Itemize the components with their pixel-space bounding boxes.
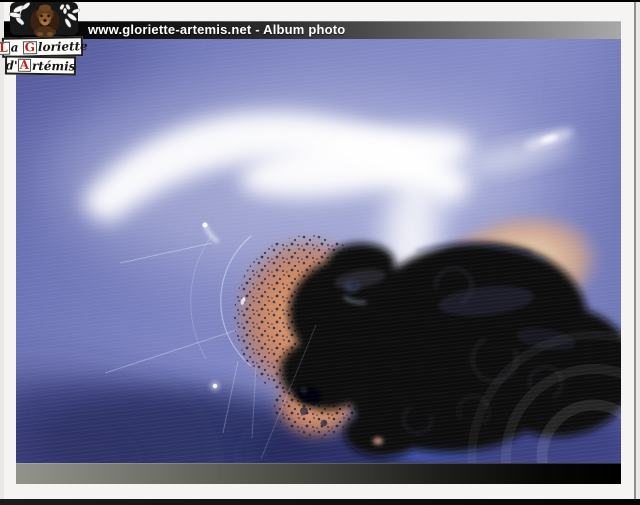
logo-text: a <box>11 41 19 55</box>
site-header-bar: www.gloriette-artemis.net - Album photo <box>4 21 621 39</box>
logo-text: d' <box>5 58 17 72</box>
site-logo[interactable]: La Gloriette d'Artémis <box>2 1 88 73</box>
window-right-border <box>634 2 636 499</box>
footer-bar <box>16 463 621 484</box>
window-top-edge <box>0 0 640 2</box>
album-photo[interactable] <box>16 39 621 463</box>
logo-text: rtémis <box>32 58 76 73</box>
logo-plaque-line2: d'Artémis <box>5 56 76 76</box>
photo-graphic <box>16 39 621 463</box>
site-url-text: www.gloriette-artemis.net - Album photo <box>88 21 345 39</box>
logo-text: loriette <box>38 39 88 54</box>
cocker-spaniel-emblem-icon <box>2 1 86 37</box>
window-frame: www.gloriette-artemis.net - Album photo <box>0 0 640 505</box>
logo-initial-A: A <box>18 59 31 72</box>
window-bottom-edge <box>0 499 640 505</box>
logo-initial-L: L <box>0 41 10 54</box>
logo-initial-G: G <box>23 41 38 54</box>
logo-plaque-line1: La Gloriette <box>2 36 83 58</box>
